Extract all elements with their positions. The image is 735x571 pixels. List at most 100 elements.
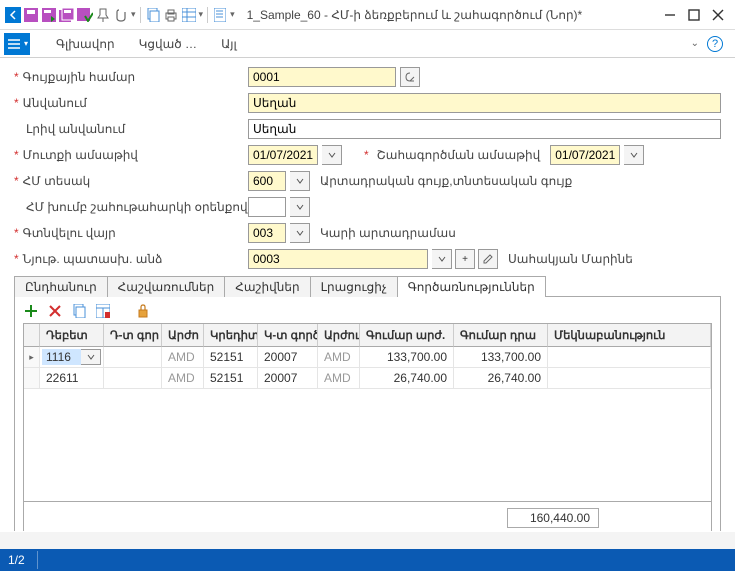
inventory-lookup-button[interactable] [400, 67, 420, 87]
operations-grid: Դեբետ Դ-տ գոր Արժո Կրեդիտ Կ-տ գործ Արժու… [23, 323, 712, 535]
maximize-icon[interactable] [682, 3, 706, 27]
col-cur2[interactable]: Արժու [318, 324, 360, 347]
label-entry-date: Մուտքի ամսաթիվ [23, 148, 138, 162]
cell-credit[interactable]: 52151 [204, 347, 258, 367]
save-ok-icon[interactable] [77, 7, 93, 23]
cell-cur2[interactable]: AMD [318, 368, 360, 388]
minimize-icon[interactable] [658, 3, 682, 27]
name-field[interactable] [248, 93, 721, 113]
cell-dpart[interactable] [104, 347, 162, 367]
location-field[interactable] [248, 223, 286, 243]
save-all-icon[interactable] [59, 7, 75, 23]
table-row[interactable]: ▸ 1116 AMD 52151 20007 AMD 133,700.00 13… [24, 347, 711, 368]
menu-main[interactable]: Գլխավոր [44, 37, 127, 51]
menubar: ▾ Գլխավոր Կցված … Այլ ⌄ ? [0, 30, 735, 58]
pin-icon[interactable] [95, 7, 111, 23]
tab-content: Դեբետ Դ-տ գոր Արժո Կրեդիտ Կ-տ գործ Արժու… [14, 296, 721, 540]
col-note[interactable]: Մեկնաբանություն [548, 324, 711, 347]
status-page: 1/2 [8, 553, 25, 567]
col-cur1[interactable]: Արժո [162, 324, 204, 347]
person-text: Սահակյան Մարինե [508, 252, 633, 266]
op-date-dropdown[interactable] [624, 145, 644, 165]
label-name: Անվանում [23, 96, 87, 110]
label-type: ՀՄ տեսակ [23, 174, 91, 188]
copy-icon[interactable] [145, 7, 161, 23]
type-field[interactable] [248, 171, 286, 191]
cell-cpart[interactable]: 20007 [258, 347, 318, 367]
tax-group-dropdown[interactable] [290, 197, 310, 217]
cell-amt-dram[interactable]: 133,700.00 [454, 347, 548, 367]
tab-general[interactable]: Ընդհանուր [14, 276, 108, 297]
cell-cur1[interactable]: AMD [162, 368, 204, 388]
attach-icon[interactable] [113, 7, 129, 23]
cell-debit[interactable]: 22611 [40, 368, 104, 388]
cell-amt-cur[interactable]: 133,700.00 [360, 347, 454, 367]
back-icon[interactable] [5, 7, 21, 23]
fullname-field[interactable] [248, 119, 721, 139]
col-amt-cur[interactable]: Գումար արժ. [360, 324, 454, 347]
person-field[interactable] [248, 249, 428, 269]
cell-cur1[interactable]: AMD [162, 347, 204, 367]
person-add-button[interactable]: + [455, 249, 475, 269]
type-text: Արտադրական գույք,տնտեսական գույք [320, 174, 572, 188]
grid-delete-icon[interactable] [47, 303, 63, 319]
col-dpart[interactable]: Դ-տ գոր [104, 324, 162, 347]
menu-other[interactable]: Այլ [209, 37, 249, 51]
statusbar: 1/2 [0, 549, 735, 571]
attach-dropdown-icon[interactable]: ▾ [131, 9, 136, 20]
menu-logo-icon[interactable]: ▾ [4, 33, 30, 55]
save-icon[interactable] [23, 7, 39, 23]
label-op-date: Շահագործման ամսաթիվ [377, 148, 541, 162]
col-debit[interactable]: Դեբետ [40, 324, 104, 347]
cell-note[interactable] [548, 347, 711, 367]
cell-debit-dropdown[interactable] [81, 349, 101, 365]
save-go-icon[interactable] [41, 7, 57, 23]
cell-dpart[interactable] [104, 368, 162, 388]
tab-additional[interactable]: Լրացուցիչ [310, 276, 398, 297]
cell-amt-dram[interactable]: 26,740.00 [454, 368, 548, 388]
grid-dropdown-icon[interactable]: ▾ [199, 9, 204, 20]
menu-attached[interactable]: Կցված … [127, 37, 209, 51]
tab-accounts[interactable]: Հաշիվներ [224, 276, 310, 297]
cell-credit[interactable]: 52151 [204, 368, 258, 388]
label-tax-group: ՀՄ խումբ շահութահարկի օրենքով [26, 200, 248, 214]
titlebar: ▾ ▾ ▾ 1_Sample_60 - ՀՄ-ի ձեռքբերում և շա… [0, 0, 735, 30]
scrollbar-h[interactable] [0, 531, 735, 549]
grid-add-icon[interactable] [23, 303, 39, 319]
table-row[interactable]: 22611 AMD 52151 20007 AMD 26,740.00 26,7… [24, 368, 711, 389]
tab-operations[interactable]: Գործառնություններ [397, 276, 546, 297]
tab-accounting[interactable]: Հաշվառումներ [107, 276, 226, 297]
print-icon[interactable] [163, 7, 179, 23]
entry-date-dropdown[interactable] [322, 145, 342, 165]
cell-cur2[interactable]: AMD [318, 347, 360, 367]
op-date-field[interactable] [550, 145, 620, 165]
grid-copy-icon[interactable] [71, 303, 87, 319]
doc-dropdown-icon[interactable]: ▾ [230, 9, 235, 20]
collapse-menu-icon[interactable]: ⌄ [691, 38, 699, 49]
grid-total: 160,440.00 [507, 508, 599, 528]
cell-note[interactable] [548, 368, 711, 388]
window-title: 1_Sample_60 - ՀՄ-ի ձեռքբերում և շահագործ… [239, 8, 658, 22]
doc-icon[interactable] [212, 7, 228, 23]
label-fullname: Լրիվ անվանում [26, 122, 125, 136]
entry-date-field[interactable] [248, 145, 318, 165]
help-icon[interactable]: ? [707, 36, 723, 52]
label-location: Գտնվելու վայր [23, 226, 116, 240]
grid-lock-icon[interactable] [135, 303, 151, 319]
grid-view-icon[interactable] [95, 303, 111, 319]
label-inventory-no: Գույքային համար [23, 70, 135, 84]
tax-group-field[interactable] [248, 197, 286, 217]
grid-icon[interactable] [181, 7, 197, 23]
col-cpart[interactable]: Կ-տ գործ [258, 324, 318, 347]
cell-debit[interactable]: 1116 [42, 349, 81, 365]
close-icon[interactable] [706, 3, 730, 27]
cell-amt-cur[interactable]: 26,740.00 [360, 368, 454, 388]
col-amt-dram[interactable]: Գումար դրա [454, 324, 548, 347]
type-dropdown[interactable] [290, 171, 310, 191]
location-dropdown[interactable] [290, 223, 310, 243]
person-edit-button[interactable] [478, 249, 498, 269]
person-dropdown[interactable] [432, 249, 452, 269]
cell-cpart[interactable]: 20007 [258, 368, 318, 388]
col-credit[interactable]: Կրեդիտ [204, 324, 258, 347]
inventory-no-field[interactable] [248, 67, 396, 87]
